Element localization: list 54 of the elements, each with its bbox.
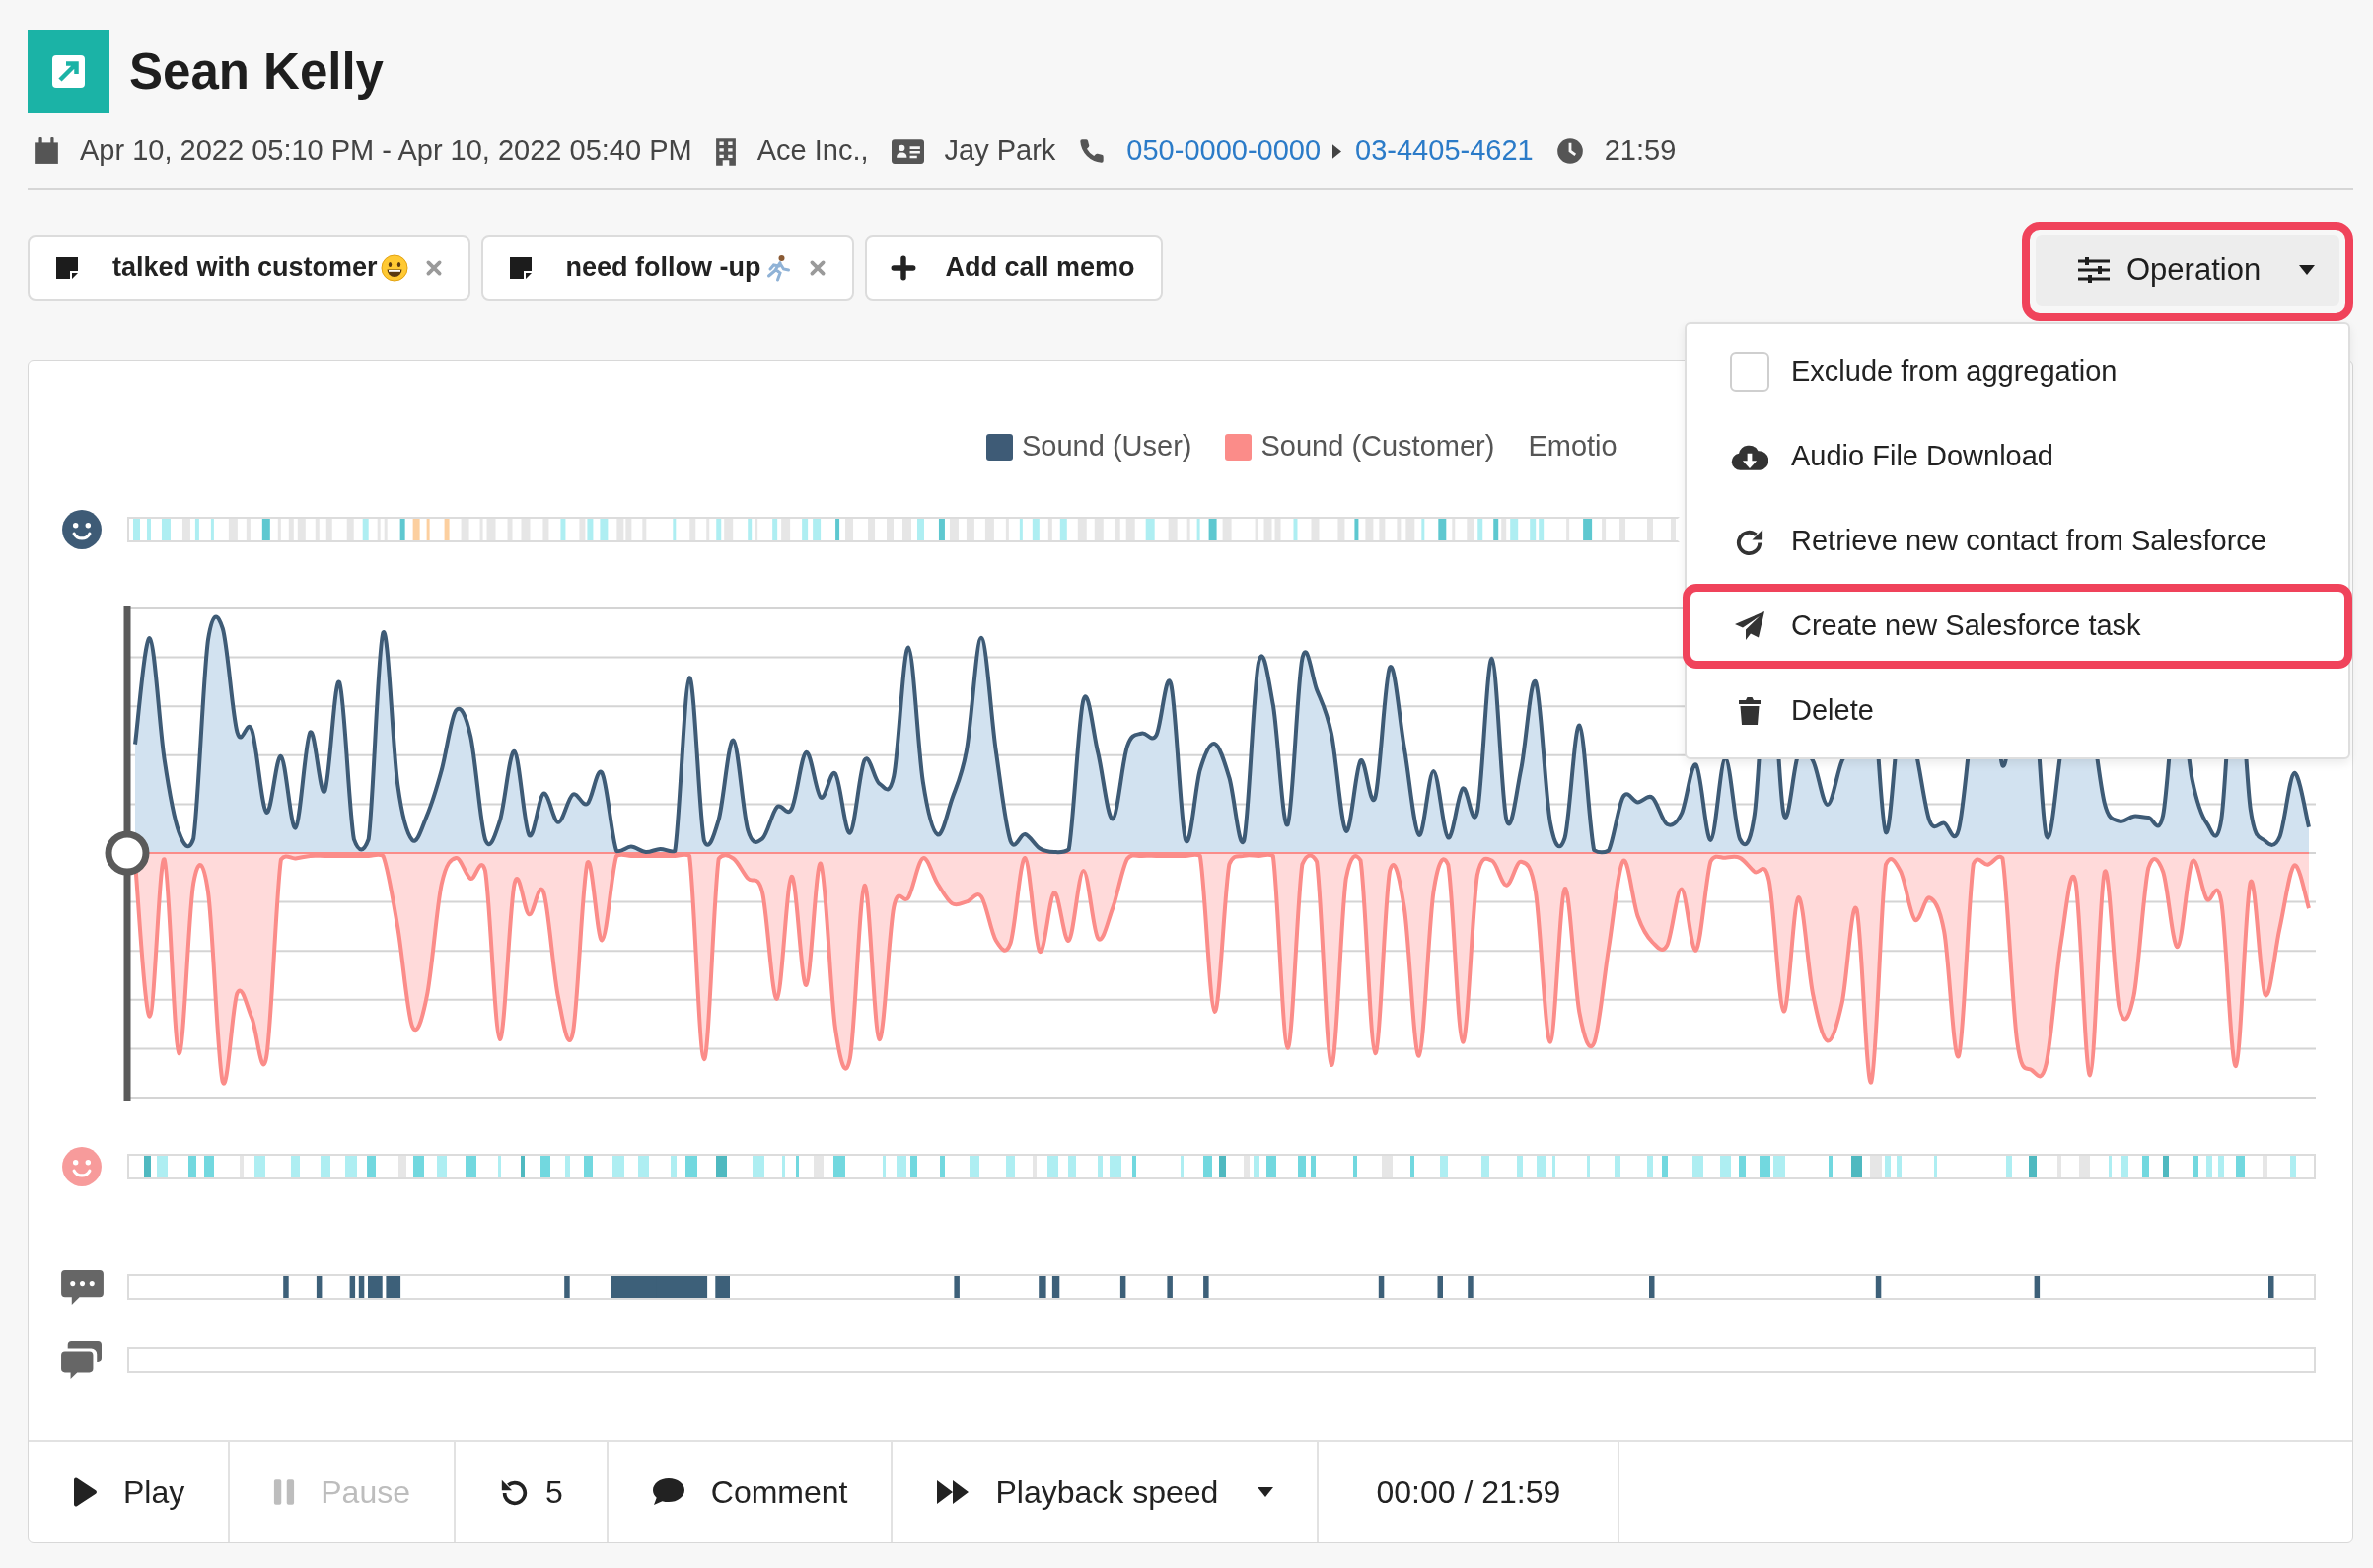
comment-button[interactable]: Comment bbox=[608, 1442, 894, 1542]
speech-bubble-dots-icon bbox=[59, 1268, 105, 1306]
building-icon bbox=[714, 136, 737, 166]
menu-item[interactable]: Create new Salesforce task bbox=[1683, 584, 2352, 669]
menu-item[interactable]: Delete bbox=[1683, 669, 2352, 753]
grinning-face-icon bbox=[380, 253, 408, 282]
fast-forward-icon bbox=[936, 1479, 971, 1505]
plus-icon bbox=[890, 254, 916, 281]
caret-down-icon bbox=[1258, 1487, 1274, 1497]
caret-down-icon bbox=[2299, 265, 2315, 275]
company-name: Ace Inc., bbox=[756, 133, 869, 169]
close-icon[interactable] bbox=[424, 258, 443, 277]
memo-text: need follow -up bbox=[565, 251, 761, 285]
time-display: 00:00 / 21:59 bbox=[1319, 1442, 1620, 1542]
menu-item[interactable]: Retrieve new contact from Salesforce bbox=[1683, 499, 2352, 584]
smiley-face-icon bbox=[61, 1146, 103, 1187]
play-icon bbox=[72, 1477, 98, 1507]
memo-chip[interactable]: talked with customer bbox=[28, 235, 470, 301]
legend-label: Sound (User) bbox=[1022, 429, 1192, 464]
memo-chip[interactable]: need follow -up bbox=[480, 235, 854, 301]
clock-icon bbox=[1555, 137, 1584, 165]
legend-label: Sound (Customer) bbox=[1260, 429, 1495, 464]
sliders-icon bbox=[2077, 256, 2111, 284]
checkbox[interactable] bbox=[1730, 352, 1769, 392]
arrow-square-icon bbox=[28, 30, 109, 113]
menu-item[interactable]: Exclude from aggregation bbox=[1683, 329, 2352, 414]
legend-label: Emotio bbox=[1528, 429, 1618, 464]
menu-item[interactable]: Audio File Download bbox=[1683, 414, 2352, 499]
note-icon bbox=[508, 255, 533, 280]
close-icon[interactable] bbox=[808, 258, 827, 277]
playhead-handle[interactable] bbox=[105, 606, 150, 1101]
calendar-icon bbox=[34, 137, 59, 165]
playback-speed-button[interactable]: Playback speed bbox=[893, 1442, 1320, 1542]
phone-link[interactable]: 03-4405-4621 bbox=[1355, 129, 1534, 173]
call-period: Apr 10, 2022 05:10 PM - Apr 10, 2022 05:40 PM bbox=[80, 133, 692, 169]
smiley-face-icon bbox=[61, 509, 103, 550]
rotate-left-icon bbox=[499, 1477, 529, 1507]
speech-bubble-icon bbox=[651, 1477, 685, 1507]
caret-right-icon bbox=[1332, 143, 1342, 159]
play-button[interactable]: Play bbox=[29, 1442, 231, 1542]
phone-icon bbox=[1078, 137, 1107, 165]
speech-bubbles-icon bbox=[60, 1340, 104, 1380]
operation-dropdown-button[interactable]: Operation bbox=[2036, 235, 2339, 306]
rewind-button[interactable]: 5 bbox=[456, 1442, 609, 1542]
trash-icon bbox=[1738, 696, 1762, 726]
id-card-icon bbox=[891, 138, 924, 164]
memo-text: talked with customer bbox=[112, 251, 378, 285]
pause-icon bbox=[273, 1478, 296, 1506]
call-duration: 21:59 bbox=[1604, 133, 1677, 169]
note-icon bbox=[55, 255, 79, 280]
paper-plane-icon bbox=[1734, 610, 1765, 642]
add-memo-button[interactable]: Add call memo bbox=[864, 235, 1163, 301]
phone-link[interactable]: 050-0000-0000 bbox=[1126, 129, 1322, 173]
contact-name: Jay Park bbox=[944, 133, 1056, 169]
